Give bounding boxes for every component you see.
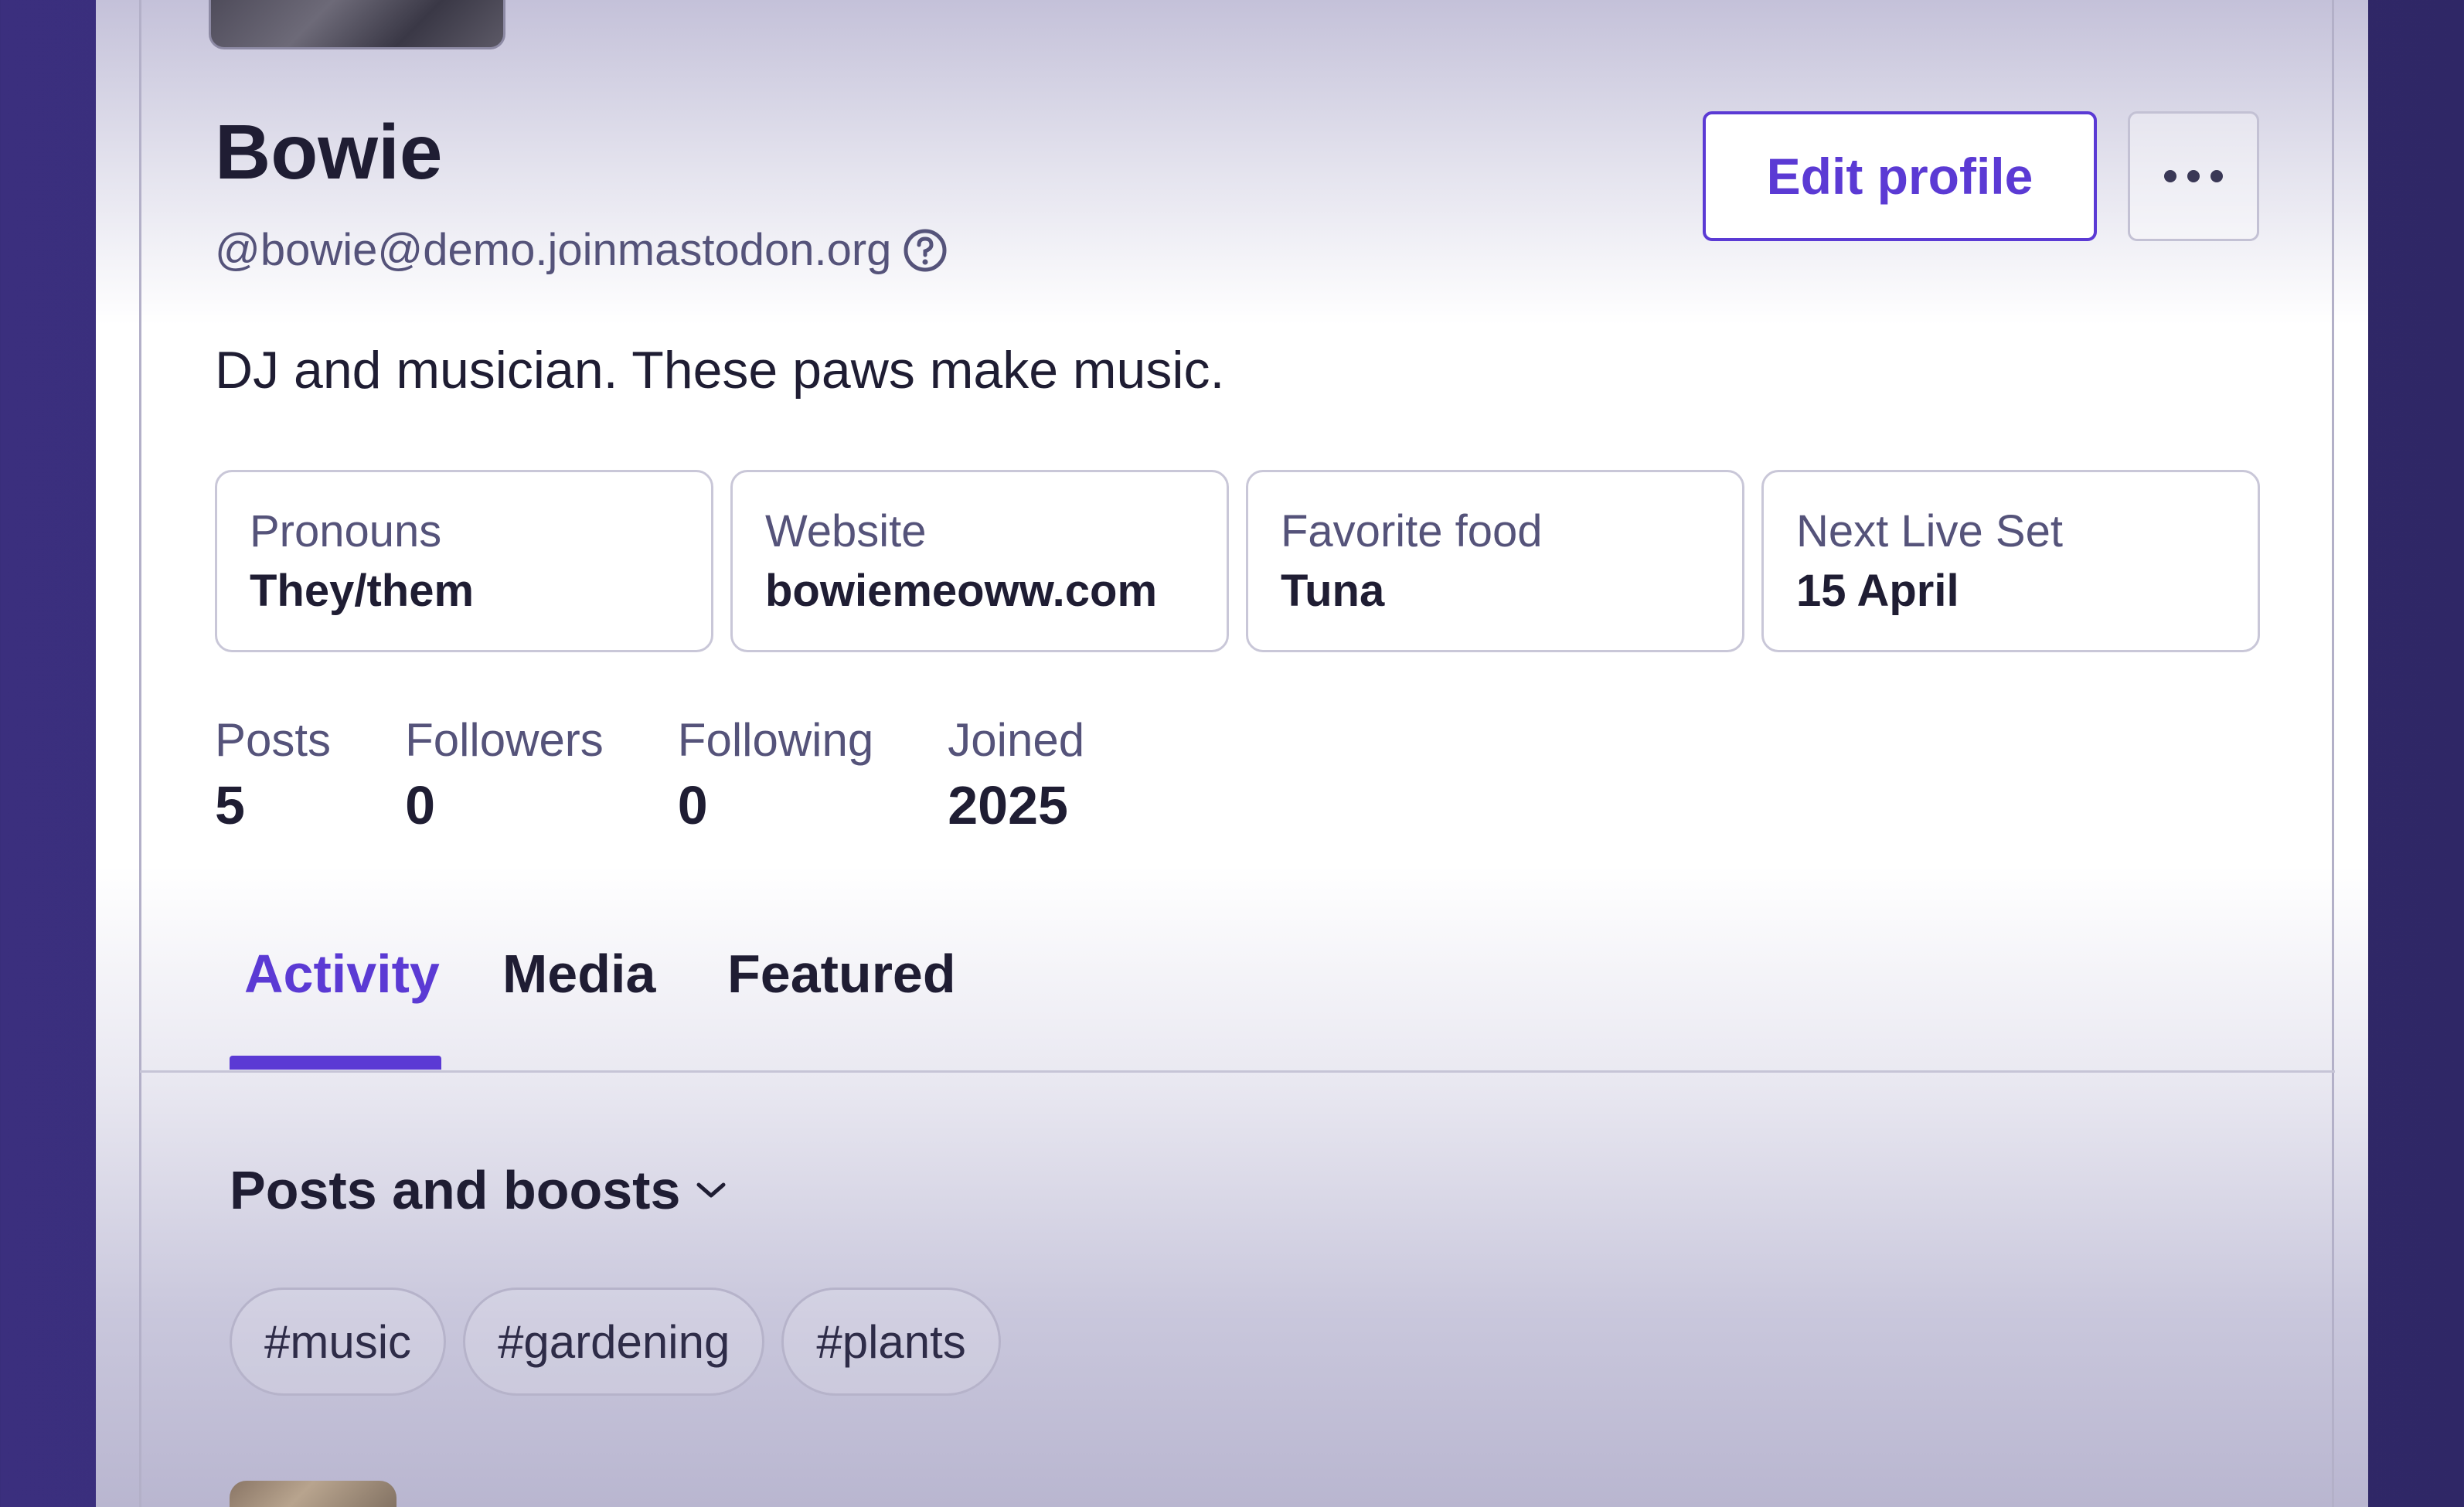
stat-label: Posts bbox=[215, 714, 332, 766]
stat-value: 5 bbox=[215, 775, 245, 835]
tab-featured[interactable]: Featured bbox=[727, 943, 956, 1005]
active-tab-indicator bbox=[230, 1056, 441, 1070]
field-favorite-food: Favorite food Tuna bbox=[1246, 470, 1744, 652]
field-website: Website bowiemeoww.com bbox=[730, 470, 1229, 652]
hashtag-chip-gardening[interactable]: #gardening bbox=[463, 1288, 765, 1396]
account-handle: @bowie@demo.joinmastodon.org bbox=[215, 225, 892, 275]
stat-joined: Joined 2025 bbox=[948, 713, 1084, 838]
post-author-avatar[interactable] bbox=[230, 1481, 396, 1507]
more-horizontal-icon bbox=[2164, 170, 2223, 182]
field-label: Next Live Set bbox=[1796, 506, 2063, 556]
handle-row: @bowie@demo.joinmastodon.org bbox=[215, 224, 948, 276]
field-next-live-set: Next Live Set 15 April bbox=[1761, 470, 2260, 652]
field-label: Pronouns bbox=[250, 506, 442, 556]
field-value: Tuna bbox=[1281, 565, 1385, 616]
edit-profile-button[interactable]: Edit profile bbox=[1703, 111, 2097, 241]
profile-fields: Pronouns They/them Website bowiemeoww.co… bbox=[215, 470, 2260, 652]
stat-posts[interactable]: Posts 5 bbox=[215, 713, 331, 838]
tab-media[interactable]: Media bbox=[502, 943, 655, 1005]
chevron-down-icon bbox=[696, 1182, 726, 1198]
profile-tabs: Activity Media Featured bbox=[0, 912, 2464, 1074]
posts-filter-dropdown[interactable]: Posts and boosts bbox=[230, 1159, 728, 1221]
hashtag-chip-music[interactable]: #music bbox=[230, 1288, 447, 1396]
post-author-name-partial bbox=[433, 1495, 533, 1507]
stat-value: 0 bbox=[405, 775, 435, 835]
website-link[interactable]: bowiemeoww.com bbox=[765, 562, 1227, 620]
stat-label: Joined bbox=[948, 714, 1085, 766]
stat-value: 0 bbox=[677, 775, 708, 835]
field-pronouns: Pronouns They/them bbox=[215, 470, 713, 652]
stat-following[interactable]: Following 0 bbox=[678, 713, 873, 838]
stat-value: 2025 bbox=[948, 775, 1068, 835]
stat-label: Followers bbox=[405, 714, 604, 766]
hashtag-chip-plants[interactable]: #plants bbox=[781, 1288, 1001, 1396]
featured-hashtags: #music #gardening #plants bbox=[230, 1288, 1001, 1396]
more-options-button[interactable] bbox=[2128, 111, 2259, 241]
profile-stats: Posts 5 Followers 0 Following 0 Joined 2… bbox=[215, 713, 1159, 838]
stat-followers[interactable]: Followers 0 bbox=[405, 713, 604, 838]
help-circle-icon[interactable] bbox=[902, 227, 948, 274]
tabs-divider bbox=[140, 1070, 2335, 1073]
display-name: Bowie bbox=[215, 109, 443, 196]
stat-label: Following bbox=[677, 714, 874, 766]
filter-label: Posts and boosts bbox=[230, 1160, 681, 1220]
avatar[interactable] bbox=[209, 0, 505, 49]
profile-bio: DJ and musician. These paws make music. bbox=[215, 341, 1225, 400]
field-label: Website bbox=[765, 506, 927, 556]
field-label: Favorite food bbox=[1281, 506, 1543, 556]
field-value: 15 April bbox=[1796, 565, 1959, 616]
tab-activity[interactable]: Activity bbox=[244, 943, 440, 1005]
field-value: They/them bbox=[250, 565, 475, 616]
